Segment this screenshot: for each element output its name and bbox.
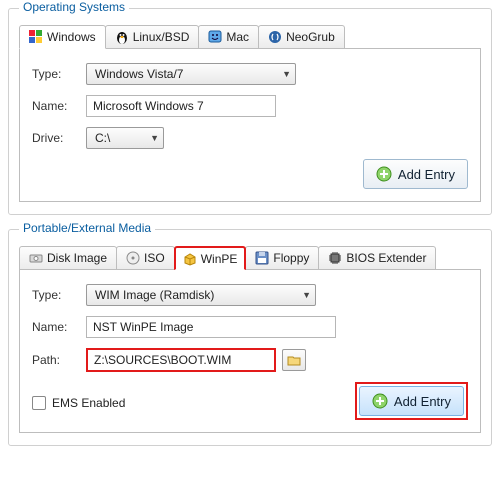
tab-bios-extender[interactable]: BIOS Extender xyxy=(318,246,436,269)
chevron-down-icon: ▼ xyxy=(282,69,291,79)
group-title: Operating Systems xyxy=(19,0,129,14)
ems-label: EMS Enabled xyxy=(52,396,125,410)
tab-label: Windows xyxy=(47,30,96,44)
type-label: Type: xyxy=(32,67,80,81)
floppy-icon xyxy=(255,251,269,265)
tab-label: Mac xyxy=(226,30,249,44)
mac-smiley-icon xyxy=(208,30,222,44)
add-entry-button[interactable]: Add Entry xyxy=(363,159,468,189)
tab-disk-image[interactable]: Disk Image xyxy=(19,246,117,269)
tab-mac[interactable]: Mac xyxy=(198,25,259,48)
chip-icon xyxy=(328,251,342,265)
tab-iso[interactable]: ISO xyxy=(116,246,175,269)
neogrub-icon xyxy=(268,30,282,44)
media-tab-content: Type: WIM Image (Ramdisk) ▼ Name: Path: … xyxy=(19,270,481,433)
add-entry-button[interactable]: Add Entry xyxy=(359,386,464,416)
tab-linux[interactable]: Linux/BSD xyxy=(105,25,200,48)
group-title: Portable/External Media xyxy=(19,221,155,235)
plus-circle-icon xyxy=(372,393,388,409)
box-icon xyxy=(183,252,197,266)
chevron-down-icon: ▼ xyxy=(150,133,159,143)
path-input[interactable] xyxy=(86,348,276,372)
tab-winpe[interactable]: WinPE xyxy=(174,246,247,270)
add-entry-label: Add Entry xyxy=(398,167,455,182)
path-label: Path: xyxy=(32,353,80,367)
folder-browse-icon xyxy=(287,354,301,366)
os-tab-content: Type: Windows Vista/7 ▼ Name: Drive: C:\… xyxy=(19,49,481,202)
name-label: Name: xyxy=(32,99,80,113)
disk-icon xyxy=(29,251,43,265)
name-input[interactable] xyxy=(86,95,276,117)
tab-label: NeoGrub xyxy=(286,30,335,44)
chevron-down-icon: ▼ xyxy=(302,290,311,300)
type-value: Windows Vista/7 xyxy=(95,67,183,81)
windows-flag-icon xyxy=(29,30,43,44)
os-tabbar: Windows Linux/BSD Mac NeoGrub xyxy=(19,25,481,49)
penguin-icon xyxy=(115,30,129,44)
operating-systems-group: Operating Systems Windows Linux/BSD Mac … xyxy=(8,8,492,215)
tab-label: ISO xyxy=(144,251,165,265)
add-entry-label: Add Entry xyxy=(394,394,451,409)
tab-floppy[interactable]: Floppy xyxy=(245,246,319,269)
drive-value: C:\ xyxy=(95,131,110,145)
name-input[interactable] xyxy=(86,316,336,338)
browse-button[interactable] xyxy=(282,349,306,371)
drive-label: Drive: xyxy=(32,131,80,145)
type-combo[interactable]: WIM Image (Ramdisk) ▼ xyxy=(86,284,316,306)
tab-neogrub[interactable]: NeoGrub xyxy=(258,25,345,48)
type-value: WIM Image (Ramdisk) xyxy=(95,288,214,302)
type-label: Type: xyxy=(32,288,80,302)
plus-circle-icon xyxy=(376,166,392,182)
name-label: Name: xyxy=(32,320,80,334)
portable-media-group: Portable/External Media Disk Image ISO W… xyxy=(8,229,492,446)
media-tabbar: Disk Image ISO WinPE Floppy BIOS Extende… xyxy=(19,246,481,270)
tab-label: Linux/BSD xyxy=(133,30,190,44)
iso-icon xyxy=(126,251,140,265)
type-combo[interactable]: Windows Vista/7 ▼ xyxy=(86,63,296,85)
tab-label: Disk Image xyxy=(47,251,107,265)
tab-windows[interactable]: Windows xyxy=(19,25,106,49)
ems-checkbox[interactable] xyxy=(32,396,46,410)
tab-label: WinPE xyxy=(201,252,238,266)
tab-label: BIOS Extender xyxy=(346,251,426,265)
ems-checkbox-row[interactable]: EMS Enabled xyxy=(32,396,125,410)
drive-combo[interactable]: C:\ ▼ xyxy=(86,127,164,149)
tab-label: Floppy xyxy=(273,251,309,265)
